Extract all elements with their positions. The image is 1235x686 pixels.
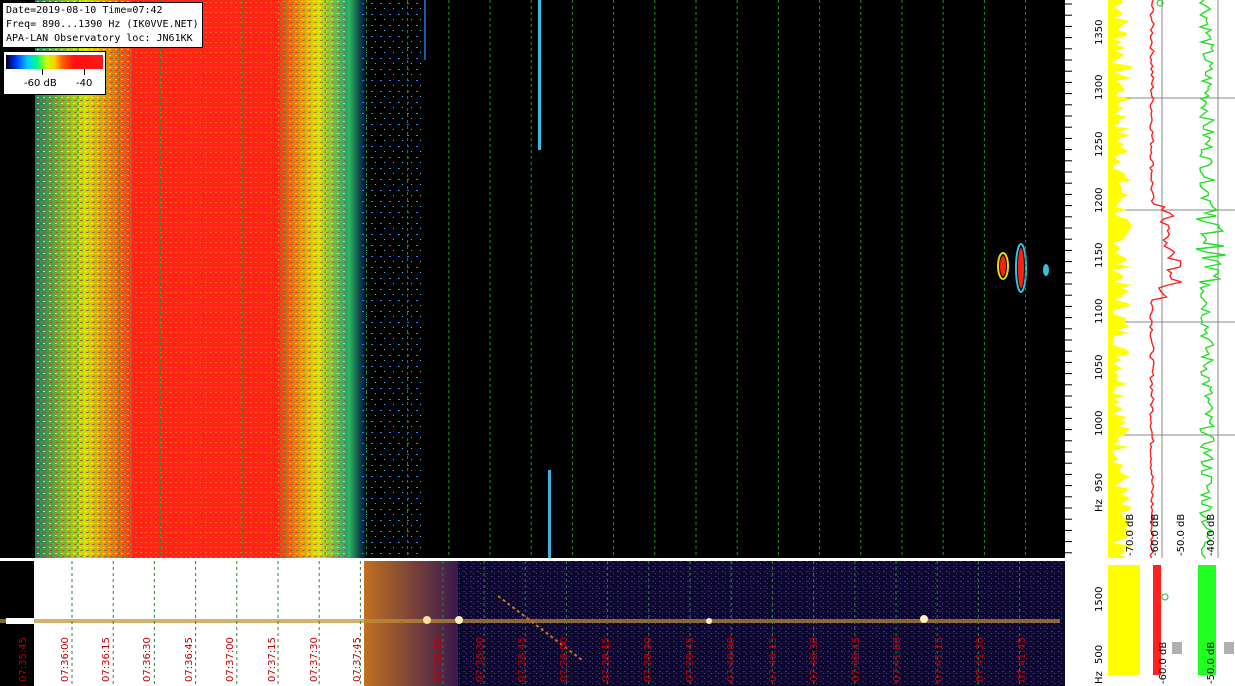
time-label: 07:38:15 [433,637,444,682]
lower-freq-tick-label: Hz [1094,671,1105,684]
freq-tick-label: 950 [1094,472,1105,492]
freq-tick-label: 1000 [1094,410,1105,436]
time-label: 07:36:15 [101,637,112,682]
time-label: 07:37:15 [267,637,278,682]
db-label: -60.0 dB [1150,513,1161,556]
header-info-box: Date=2019-08-10 Time=07:42 Freq= 890...1… [2,2,203,48]
time-label: 07:40:45 [851,637,862,682]
spectrogram-canvas: 07:35:45 07:36:00 07:36:15 07:36:30 07:36:45… [0,0,1235,686]
db-label: -60.0 dB [1158,641,1169,684]
lower-freq-tick-label: 500 [1094,644,1105,664]
time-label: 07:39:45 [685,637,696,682]
color-scale-gradient [6,55,103,69]
time-label: 07:39:30 [643,637,654,682]
color-scale-low-label: -60 dB [24,78,57,89]
db-label: -70.0 dB [1125,513,1136,556]
meteor-trace-1 [538,0,541,150]
time-label: 07:37:30 [309,637,320,682]
freq-tick-label: 1250 [1094,131,1105,157]
freq-range-line: Freq= 890...1390 Hz (IK0VVE.NET) [6,19,199,30]
color-scale-high-label: -40 [76,78,93,89]
time-label: 07:39:00 [559,637,570,682]
time-label: 07:37:45 [352,637,363,682]
panel-separator [0,558,1235,561]
time-label: 07:38:30 [475,637,486,682]
echo-2 [1018,248,1024,288]
time-label: 07:37:00 [225,637,236,682]
lower-yellow-trace [1108,565,1140,675]
time-label: 07:41:00 [892,637,903,682]
time-label: 07:35:45 [18,637,29,682]
time-label: 07:39:15 [601,637,612,682]
time-label: 07:41:30 [975,637,986,682]
db-label: -40.0 dB [1206,513,1217,556]
freq-tick-label: 1100 [1094,298,1105,324]
observatory-line: APA-LAN Observatory loc: JN61KK [6,33,193,44]
time-label: 07:36:30 [142,637,153,682]
freq-tick-label: 1150 [1094,242,1105,268]
freq-tick-label: 1350 [1094,19,1105,45]
spectrogram-window: 07:35:45 07:36:00 07:36:15 07:36:30 07:36:45… [0,0,1235,686]
blue-speckle-region [362,0,422,558]
freq-tick-label: 1050 [1094,354,1105,380]
time-label: 07:36:00 [60,637,71,682]
lower-freq-tick-label: 1500 [1094,586,1105,612]
time-label: 07:40:30 [809,637,820,682]
date-time-line: Date=2019-08-10 Time=07:42 [6,5,163,16]
meteor-trace-2 [548,470,551,560]
carrier-line [0,619,1060,623]
time-label: 07:41:15 [934,637,945,682]
color-scale-legend: -60 dB -40 [3,51,106,95]
db-label: -50.0 dB [1206,641,1217,684]
echo-3 [1043,264,1049,276]
db-label: -50.0 dB [1176,513,1187,556]
time-label: 07:41:45 [1017,637,1028,682]
lower-freq-axis-panel [1065,561,1108,686]
echo-1 [1000,256,1006,276]
time-label: 07:40:00 [726,637,737,682]
freq-tick-label: 1200 [1094,187,1105,213]
freq-unit-label: Hz [1094,499,1105,512]
freq-tick-label: 1300 [1094,74,1105,100]
time-label: 07:38:45 [517,637,528,682]
time-label: 07:40:15 [768,637,779,682]
time-label: 07:36:45 [184,637,195,682]
